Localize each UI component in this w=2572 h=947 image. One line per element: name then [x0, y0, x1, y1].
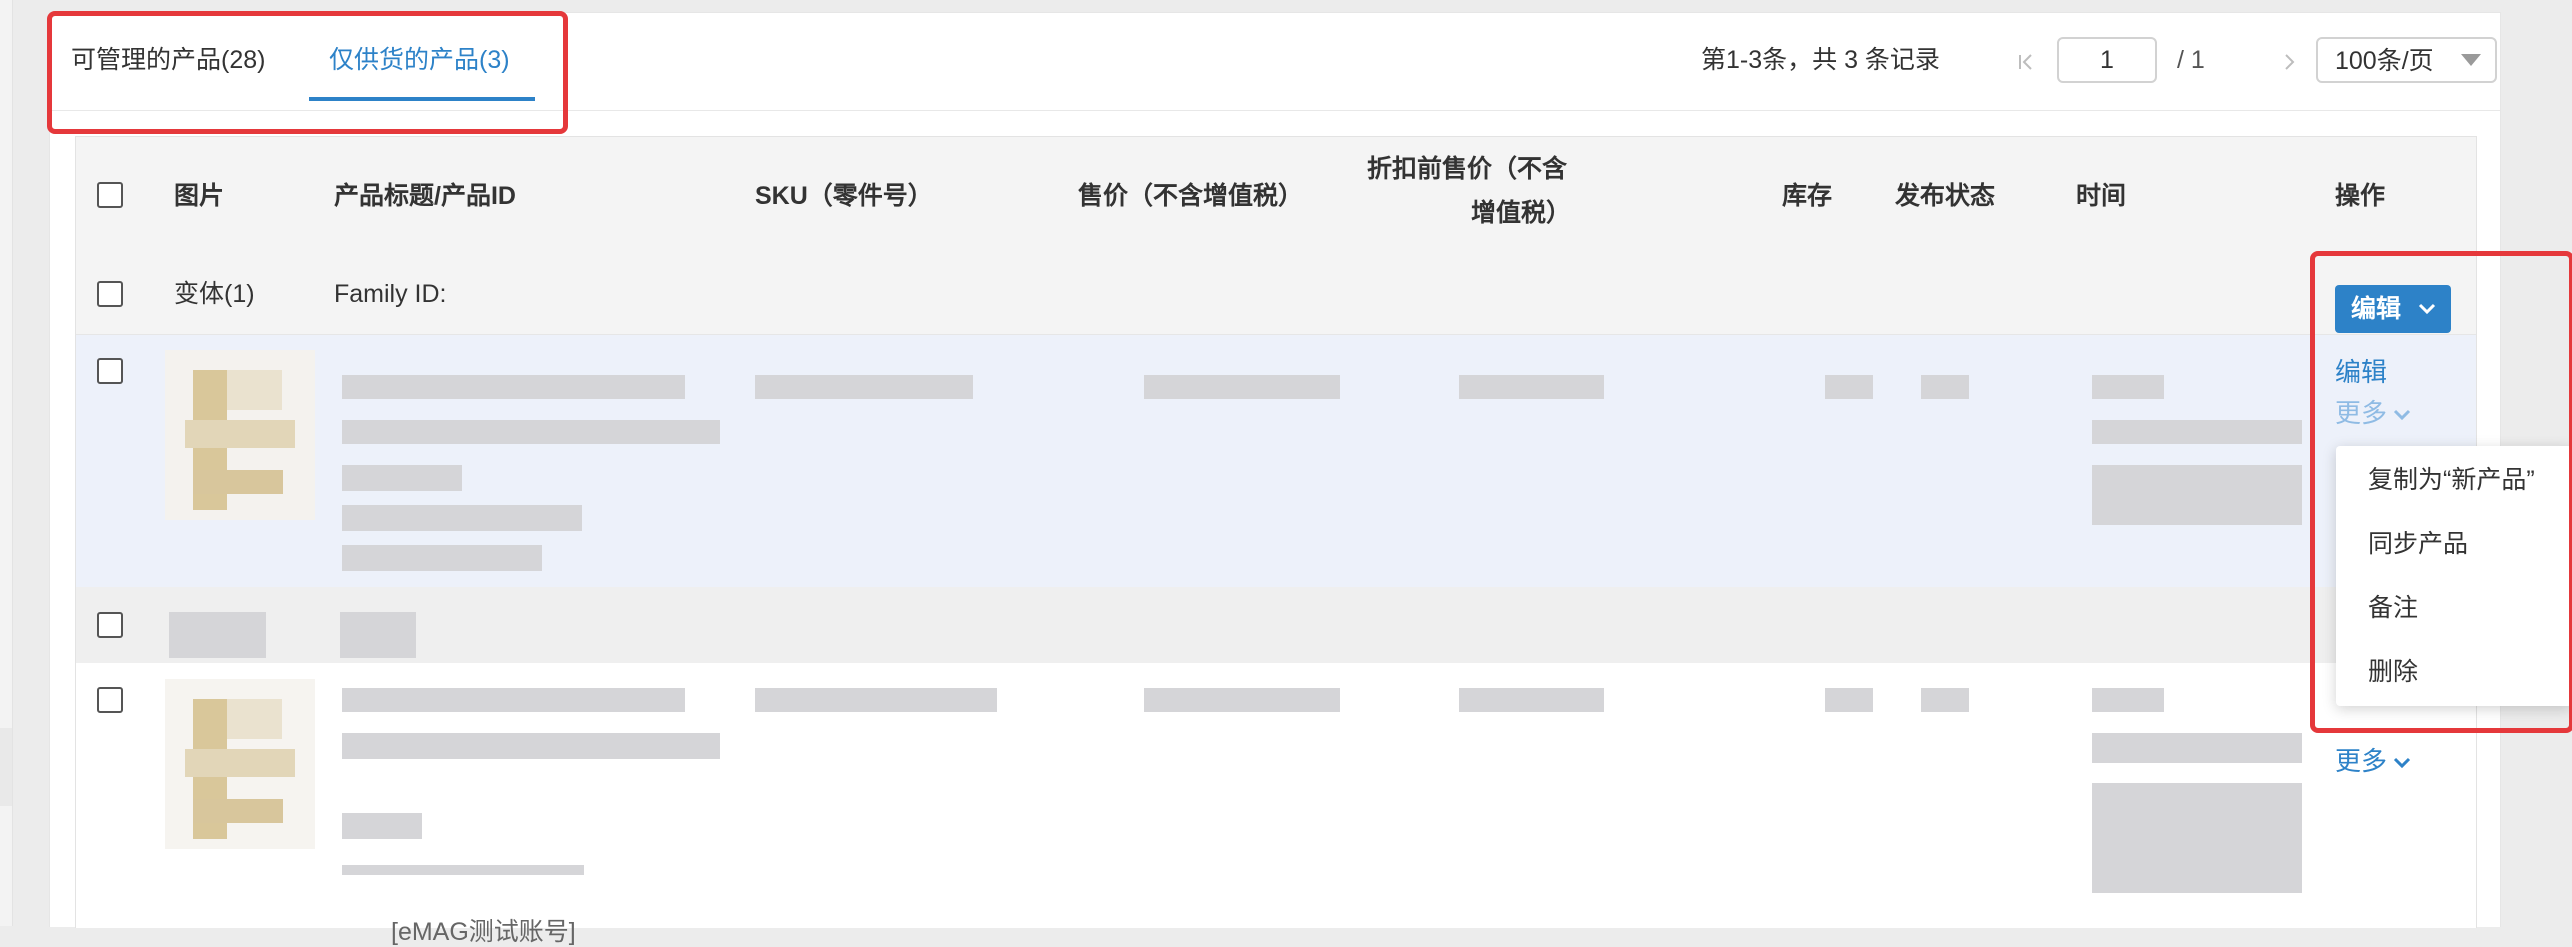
- tab-supply-only-products[interactable]: 仅供货的产品(3): [329, 43, 510, 77]
- column-stock: 库存: [1782, 182, 1833, 210]
- product-thumbnail: [165, 350, 315, 520]
- column-title-id: 产品标题/产品ID: [334, 182, 516, 210]
- table-header: 图片 产品标题/产品ID SKU（零件号） 售价（不含增值税） 折扣前售价（不含…: [76, 137, 2476, 255]
- tab-manageable-products[interactable]: 可管理的产品(28): [71, 43, 265, 77]
- chevron-down-icon: [2418, 303, 2436, 315]
- row-more-link[interactable]: 更多: [2335, 744, 2411, 778]
- column-original-price: 折扣前售价（不含: [1367, 155, 1568, 183]
- select-caret-icon: [2461, 54, 2481, 66]
- family-edit-dropdown-button[interactable]: 编辑: [2335, 285, 2451, 333]
- row-checkbox[interactable]: [97, 687, 123, 713]
- chevron-down-icon: [2393, 410, 2411, 421]
- first-page-icon[interactable]: [2017, 53, 2035, 71]
- menu-item-delete[interactable]: 删除: [2368, 655, 2418, 689]
- chevron-down-icon: [2393, 758, 2411, 769]
- account-tag: [eMAG测试账号]: [391, 918, 576, 946]
- family-row-checkbox[interactable]: [97, 281, 123, 307]
- more-actions-menu: 复制为“新产品” 同步产品 备注 删除: [2336, 446, 2572, 706]
- row-edit-link[interactable]: 编辑: [2335, 355, 2387, 389]
- menu-item-sync-product[interactable]: 同步产品: [2368, 527, 2468, 561]
- column-image: 图片: [174, 182, 225, 210]
- menu-item-copy-as-new-product[interactable]: 复制为“新产品”: [2368, 463, 2535, 497]
- active-tab-indicator: [309, 97, 535, 101]
- column-time: 时间: [2076, 182, 2127, 210]
- pagination-summary: 第1-3条，共 3 条记录: [1701, 46, 1940, 74]
- page-total: / 1: [2177, 46, 2205, 74]
- product-list-panel: 可管理的产品(28) 仅供货的产品(3) 第1-3条，共 3 条记录 / 1 1…: [49, 12, 2501, 946]
- product-table: 图片 产品标题/产品ID SKU（零件号） 售价（不含增值税） 折扣前售价（不含…: [75, 136, 2477, 928]
- row-more-link[interactable]: 更多: [2335, 396, 2411, 430]
- tab-bar: 可管理的产品(28) 仅供货的产品(3) 第1-3条，共 3 条记录 / 1 1…: [50, 13, 2500, 111]
- family-id-label: Family ID:: [334, 280, 447, 308]
- product-thumbnail: [165, 679, 315, 849]
- row-checkbox[interactable]: [97, 358, 123, 384]
- table-row: [76, 663, 2476, 928]
- column-price: 售价（不含增值税）: [1078, 182, 1304, 210]
- table-row: [76, 335, 2476, 587]
- select-all-checkbox[interactable]: [97, 182, 123, 208]
- page-number-input[interactable]: [2057, 37, 2157, 83]
- page-size-label: 100条/页: [2335, 47, 2434, 75]
- column-sku: SKU（零件号）: [755, 182, 933, 210]
- column-original-price-line2: 增值税）: [1471, 199, 1572, 227]
- table-row: [76, 587, 2476, 663]
- left-sidebar-notch: [0, 728, 12, 806]
- row-checkbox[interactable]: [97, 612, 123, 638]
- page-size-select[interactable]: 100条/页: [2316, 37, 2497, 83]
- column-actions: 操作: [2335, 182, 2386, 210]
- next-page-icon[interactable]: [2280, 53, 2298, 71]
- menu-item-note[interactable]: 备注: [2368, 591, 2418, 625]
- column-publish-status: 发布状态: [1895, 182, 1996, 210]
- family-row: 变体(1) Family ID:: [76, 254, 2476, 335]
- variant-label: 变体(1): [174, 280, 255, 308]
- edit-button-label: 编辑: [2351, 295, 2402, 323]
